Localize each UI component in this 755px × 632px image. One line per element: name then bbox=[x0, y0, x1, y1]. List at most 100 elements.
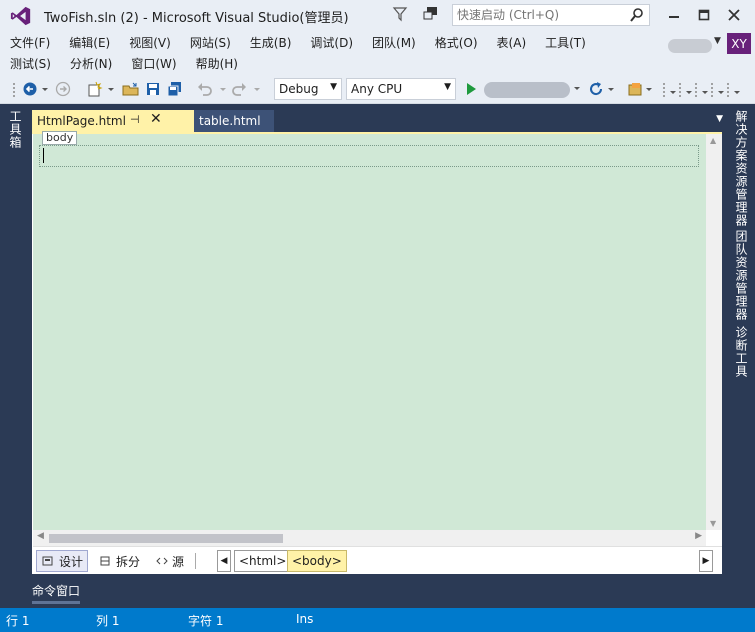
tab-overflow-icon[interactable]: ▼ bbox=[716, 114, 723, 124]
menu-analyze[interactable]: 分析(N) bbox=[60, 55, 121, 72]
window-title: TwoFish.sln (2) - Microsoft Visual Studi… bbox=[44, 10, 349, 26]
navigate-forward-button[interactable] bbox=[54, 80, 72, 98]
team-explorer-tab[interactable]: 团队资源管理器 bbox=[733, 230, 750, 324]
save-all-button[interactable] bbox=[166, 80, 184, 98]
design-view-label: 设计 bbox=[59, 554, 84, 569]
split-view-button[interactable]: 拆分 bbox=[95, 550, 144, 572]
account-name[interactable] bbox=[668, 39, 712, 53]
chevron-down-icon: ▼ bbox=[330, 82, 337, 92]
left-tool-window-strip: 工具箱 bbox=[0, 104, 28, 604]
toolbar-grip[interactable] bbox=[10, 80, 18, 98]
feedback-icon[interactable] bbox=[422, 5, 440, 23]
scroll-right-icon[interactable]: ▶ bbox=[695, 531, 702, 541]
body-element-outline[interactable] bbox=[39, 145, 699, 167]
menu-file[interactable]: 文件(F) bbox=[0, 34, 59, 51]
menu-edit[interactable]: 编辑(E) bbox=[59, 34, 119, 51]
quick-launch-input[interactable] bbox=[457, 6, 627, 24]
menu-view[interactable]: 视图(V) bbox=[119, 34, 180, 51]
tab-table[interactable]: table.html bbox=[194, 110, 274, 132]
menu-row-primary: 文件(F) 编辑(E) 视图(V) 网站(S) 生成(B) 调试(D) 团队(M… bbox=[0, 32, 595, 53]
right-tool-window-strip: 解决方案资源管理器 团队资源管理器 诊断工具 bbox=[727, 104, 755, 604]
menu-help[interactable]: 帮助(H) bbox=[186, 55, 247, 72]
split-view-label: 拆分 bbox=[116, 554, 141, 569]
menu-table[interactable]: 表(A) bbox=[487, 34, 536, 51]
new-project-button[interactable] bbox=[86, 80, 116, 98]
source-view-button[interactable]: 源 bbox=[151, 550, 188, 572]
close-window-button[interactable] bbox=[723, 4, 745, 26]
open-file-button[interactable] bbox=[120, 80, 142, 98]
close-icon bbox=[728, 9, 740, 21]
chevron-down-icon[interactable]: ▼ bbox=[714, 36, 721, 46]
navigate-back-button[interactable] bbox=[22, 80, 50, 98]
menu-debug[interactable]: 调试(D) bbox=[300, 34, 362, 51]
minimize-button[interactable] bbox=[663, 4, 685, 26]
undo-button[interactable] bbox=[196, 80, 228, 98]
menu-row-secondary: 测试(S) 分析(N) 窗口(W) 帮助(H) bbox=[0, 53, 247, 74]
design-view-button[interactable]: 设计 bbox=[36, 550, 89, 572]
scroll-left-icon[interactable]: ◀ bbox=[37, 531, 44, 541]
horizontal-scroll-thumb[interactable] bbox=[49, 534, 283, 543]
text-caret bbox=[43, 148, 44, 163]
solution-platform-select[interactable]: Any CPU ▼ bbox=[346, 78, 456, 100]
menu-bar: 文件(F) 编辑(E) 视图(V) 网站(S) 生成(B) 调试(D) 团队(M… bbox=[0, 32, 755, 74]
solution-configuration-select[interactable]: Debug ▼ bbox=[274, 78, 342, 100]
vertical-scrollbar[interactable]: ▲ ▼ bbox=[706, 134, 722, 530]
diagnostic-tools-tab[interactable]: 诊断工具 bbox=[733, 326, 750, 381]
menu-tools[interactable]: 工具(T) bbox=[535, 34, 595, 51]
refresh-browser-button[interactable] bbox=[588, 80, 616, 98]
save-icon bbox=[147, 83, 159, 95]
menu-format[interactable]: 格式(O) bbox=[425, 34, 487, 51]
toolbar-overflow-grips[interactable] bbox=[660, 80, 750, 98]
open-folder-icon bbox=[122, 82, 139, 96]
source-view-icon bbox=[156, 557, 168, 565]
view-divider bbox=[195, 553, 196, 569]
minimize-icon bbox=[669, 16, 679, 18]
tab-label: HtmlPage.html bbox=[37, 114, 126, 128]
avatar[interactable]: XY bbox=[727, 33, 751, 54]
tab-htmlpage[interactable]: HtmlPage.html ⊣ ✕ bbox=[32, 110, 194, 132]
chevron-left-icon: ◀ bbox=[220, 556, 228, 566]
start-debugging-button[interactable] bbox=[462, 80, 480, 98]
save-button[interactable] bbox=[144, 80, 162, 98]
status-character: 字符 1 bbox=[188, 614, 224, 628]
quick-launch-box[interactable] bbox=[452, 4, 650, 26]
platform-value: Any CPU bbox=[351, 82, 403, 96]
status-bar: 行 1 列 1 字符 1 Ins bbox=[0, 608, 755, 632]
visual-studio-logo-icon bbox=[10, 6, 31, 26]
browser-link-button[interactable] bbox=[626, 80, 654, 98]
chevron-down-icon bbox=[574, 87, 580, 90]
save-all-icon bbox=[167, 82, 181, 97]
breadcrumb-html[interactable]: <html> bbox=[234, 550, 292, 572]
menu-test[interactable]: 测试(S) bbox=[0, 55, 60, 72]
scroll-down-icon[interactable]: ▼ bbox=[710, 519, 716, 528]
status-line: 行 1 bbox=[6, 614, 30, 628]
menu-window[interactable]: 窗口(W) bbox=[121, 55, 185, 72]
browser-target[interactable] bbox=[484, 82, 570, 98]
team-explorer-label: 团队资源管理器 bbox=[734, 230, 748, 321]
standard-toolbar: Debug ▼ Any CPU ▼ bbox=[0, 74, 755, 104]
horizontal-scrollbar[interactable]: ◀ ▶ bbox=[33, 530, 706, 546]
menu-website[interactable]: 网站(S) bbox=[180, 34, 240, 51]
maximize-icon bbox=[698, 9, 710, 21]
menu-team[interactable]: 团队(M) bbox=[362, 34, 425, 51]
breadcrumb-next-button[interactable]: ▶ bbox=[699, 550, 713, 572]
scroll-up-icon[interactable]: ▲ bbox=[710, 136, 716, 145]
search-icon[interactable] bbox=[629, 7, 645, 23]
filter-icon[interactable] bbox=[392, 5, 408, 23]
pin-icon[interactable]: ⊣ bbox=[130, 113, 140, 126]
maximize-button[interactable] bbox=[693, 4, 715, 26]
solution-explorer-tab[interactable]: 解决方案资源管理器 bbox=[733, 110, 750, 230]
command-window-tab[interactable]: 命令窗口 bbox=[32, 582, 80, 599]
breadcrumb-body[interactable]: <body> bbox=[287, 550, 347, 572]
toolbox-tab[interactable]: 工具箱 bbox=[7, 110, 24, 152]
play-icon bbox=[467, 83, 476, 95]
redo-button[interactable] bbox=[232, 80, 264, 98]
status-column: 列 1 bbox=[96, 614, 120, 628]
body-tag-label[interactable]: body bbox=[42, 131, 78, 145]
breadcrumb-prev-button[interactable]: ◀ bbox=[217, 550, 231, 572]
toolbar-grip-icon bbox=[663, 83, 740, 97]
close-icon[interactable]: ✕ bbox=[150, 111, 162, 127]
design-surface[interactable] bbox=[33, 134, 706, 530]
browser-target-dropdown[interactable] bbox=[572, 80, 582, 98]
menu-build[interactable]: 生成(B) bbox=[240, 34, 301, 51]
